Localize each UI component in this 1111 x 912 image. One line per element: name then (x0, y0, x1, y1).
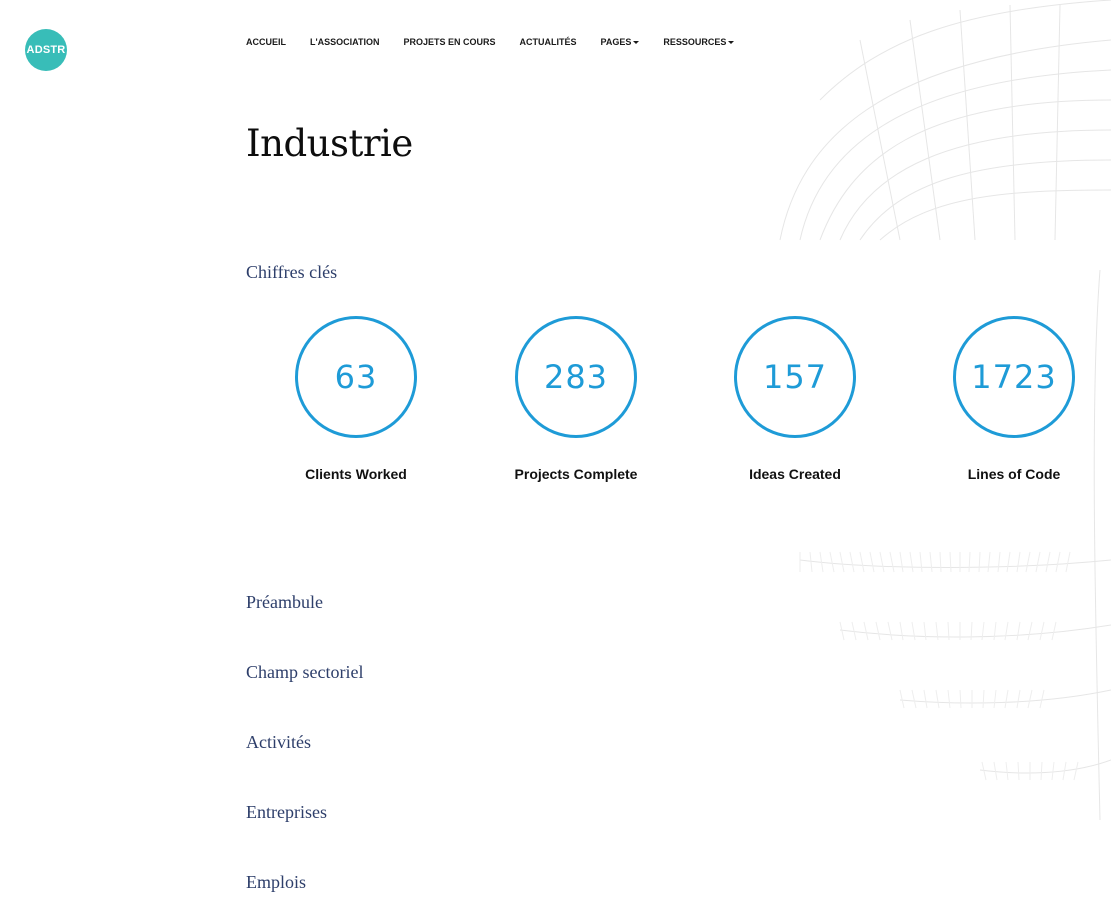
stat-label: Projects Complete (514, 466, 638, 482)
site-logo[interactable]: ADSTR (25, 29, 67, 71)
stat-value: 1723 (971, 358, 1057, 396)
stat-circle: 283 (515, 316, 637, 438)
stat-circle: 1723 (953, 316, 1075, 438)
page-title: Industrie (246, 122, 413, 165)
stat-card: 1723 Lines of Code (924, 316, 1104, 482)
nav-item-pages[interactable]: PAGES (601, 36, 640, 48)
section-link-preambule[interactable]: Préambule (246, 592, 323, 613)
caret-down-icon (633, 40, 640, 44)
caret-down-icon (728, 40, 735, 44)
nav-item-association[interactable]: L'ASSOCIATION (310, 36, 379, 48)
section-link-champ-sectoriel[interactable]: Champ sectoriel (246, 662, 363, 683)
nav-item-label: ACTUALITÉS (519, 37, 577, 47)
nav-item-accueil[interactable]: ACCUEIL (246, 36, 286, 48)
stat-card: 157 Ideas Created (705, 316, 885, 482)
stat-card: 283 Projects Complete (486, 316, 666, 482)
nav-item-actualites[interactable]: ACTUALITÉS (520, 36, 577, 48)
stat-label: Ideas Created (749, 466, 841, 482)
stat-circle: 63 (295, 316, 417, 438)
page: ADSTR ACCUEIL L'ASSOCIATION PROJETS EN C… (0, 0, 1111, 912)
stat-circle: 157 (734, 316, 856, 438)
nav-item-label: PAGES (600, 37, 632, 47)
nav-item-label: PROJETS EN COURS (403, 37, 496, 47)
stat-card: 63 Clients Worked (266, 316, 446, 482)
nav-item-label: RESSOURCES (663, 37, 727, 47)
stat-value: 283 (543, 358, 609, 396)
key-figures-stats: 63 Clients Worked 283 Projects Complete … (246, 316, 1111, 486)
section-link-emplois[interactable]: Emplois (246, 872, 306, 893)
nav-item-label: ACCUEIL (246, 37, 286, 47)
stat-value: 63 (334, 358, 378, 396)
nav-item-ressources[interactable]: RESSOURCES (663, 36, 735, 48)
logo-text: ADSTR (26, 44, 66, 56)
section-link-activites[interactable]: Activités (246, 732, 311, 753)
main-navigation: ACCUEIL L'ASSOCIATION PROJETS EN COURS A… (246, 36, 758, 48)
key-figures-heading: Chiffres clés (246, 262, 338, 282)
nav-item-projets-en-cours[interactable]: PROJETS EN COURS (403, 36, 495, 48)
section-link-entreprises[interactable]: Entreprises (246, 802, 327, 823)
stat-label: Lines of Code (967, 466, 1061, 482)
stat-label: Clients Worked (305, 466, 407, 482)
stat-value: 157 (762, 358, 828, 396)
nav-item-label: L'ASSOCIATION (310, 37, 380, 47)
